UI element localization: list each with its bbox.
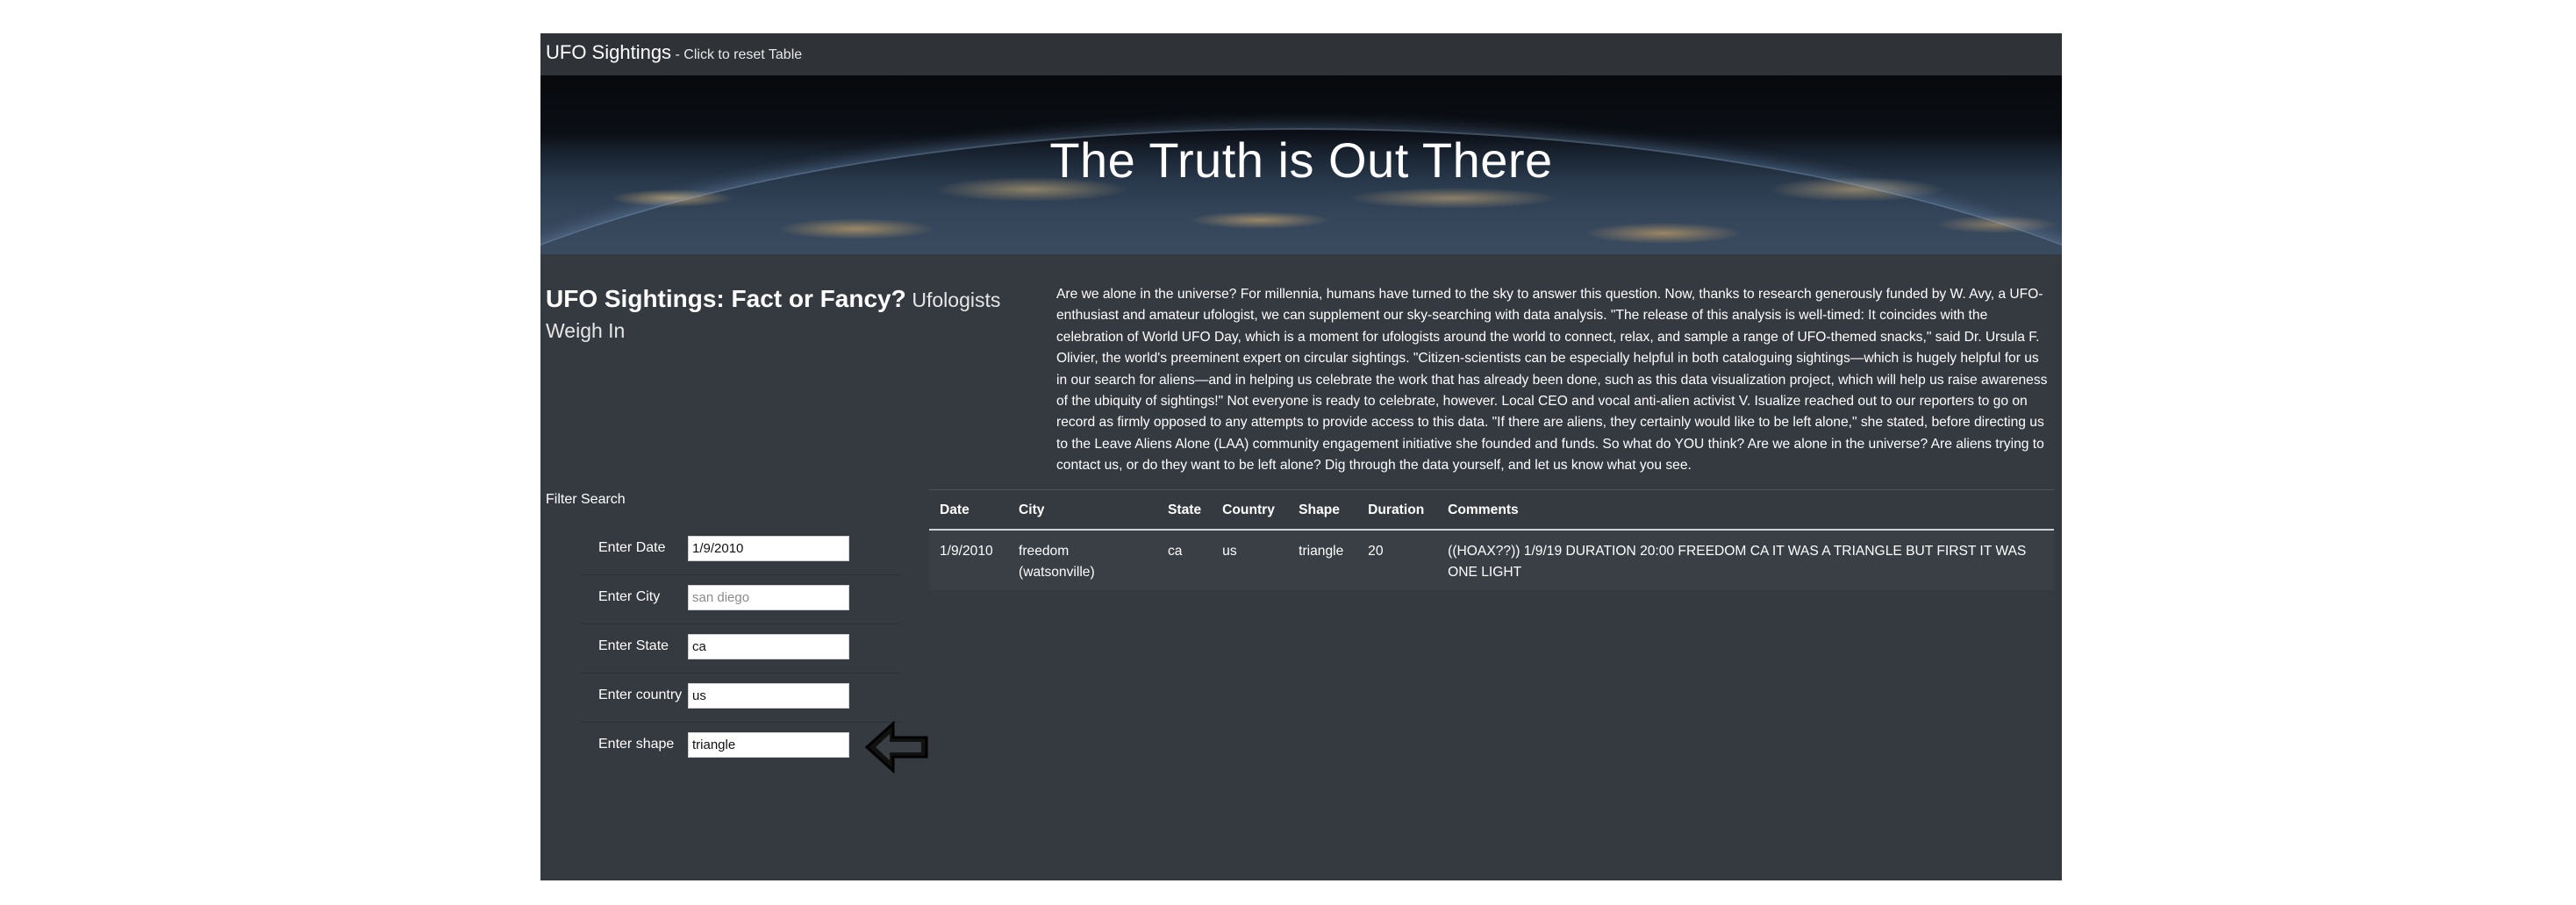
column-header-date: Date [929, 489, 1008, 531]
page-container: UFO Sightings - Click to reset Table The… [540, 33, 2062, 880]
left-arrow-icon [864, 720, 928, 774]
filter-list: Enter Date Enter City Enter State Enter … [581, 526, 900, 771]
filter-label-city: Enter City [598, 589, 661, 604]
filter-label-date: Enter Date [598, 540, 666, 555]
ufo-table-container: Date City State Country Shape Duration C… [929, 489, 2054, 590]
navbar: UFO Sightings - Click to reset Table [540, 33, 2062, 75]
filter-item-date: Enter Date [581, 526, 900, 575]
filter-item-state: Enter State [581, 624, 900, 673]
table-header-row: Date City State Country Shape Duration C… [929, 489, 2054, 531]
cell-shape: triangle [1288, 530, 1358, 590]
column-header-comments: Comments [1437, 489, 2054, 531]
filter-item-city: Enter City [581, 575, 900, 624]
hero-banner: The Truth is Out There [540, 75, 2062, 254]
filter-label-country: Enter country [598, 688, 683, 702]
column-header-state: State [1157, 489, 1213, 531]
cell-state: ca [1157, 530, 1213, 590]
brand-title: UFO Sightings [546, 41, 672, 63]
country-input[interactable] [688, 683, 849, 709]
hero-title: The Truth is Out There [1049, 132, 1553, 188]
column-header-duration: Duration [1357, 489, 1438, 531]
brand-subtitle: - Click to reset Table [671, 47, 803, 62]
city-input[interactable] [688, 585, 849, 610]
cell-country: us [1212, 530, 1289, 590]
column-header-city: City [1008, 489, 1157, 531]
filter-item-shape: Enter shape [581, 723, 900, 771]
column-header-country: Country [1212, 489, 1289, 531]
cell-comments: ((HOAX??)) 1/9/19 DURATION 20:00 FREEDOM… [1437, 530, 2054, 590]
filter-label-state: Enter State [598, 638, 669, 653]
article-body: Are we alone in the universe? For millen… [1056, 287, 2048, 474]
reset-table-link[interactable]: UFO Sightings - Click to reset Table [546, 41, 802, 64]
article-heading-main: UFO Sightings: Fact or Fancy? [546, 285, 906, 312]
filter-item-country: Enter country [581, 673, 900, 723]
article-heading: UFO Sightings: Fact or Fancy? Ufologists… [546, 284, 1002, 346]
cell-city: freedom (watsonville) [1008, 530, 1157, 590]
cell-duration: 20 [1357, 530, 1438, 590]
ufo-table: Date City State Country Shape Duration C… [929, 489, 2054, 590]
filter-label-shape: Enter shape [598, 737, 675, 752]
table-row: 1/9/2010 freedom (watsonville) ca us tri… [929, 530, 2054, 590]
cell-date: 1/9/2010 [929, 530, 1008, 590]
date-input[interactable] [688, 536, 849, 561]
shape-input[interactable] [688, 732, 849, 758]
column-header-shape: Shape [1288, 489, 1358, 531]
filter-search-title: Filter Search [546, 492, 626, 507]
state-input[interactable] [688, 634, 849, 659]
